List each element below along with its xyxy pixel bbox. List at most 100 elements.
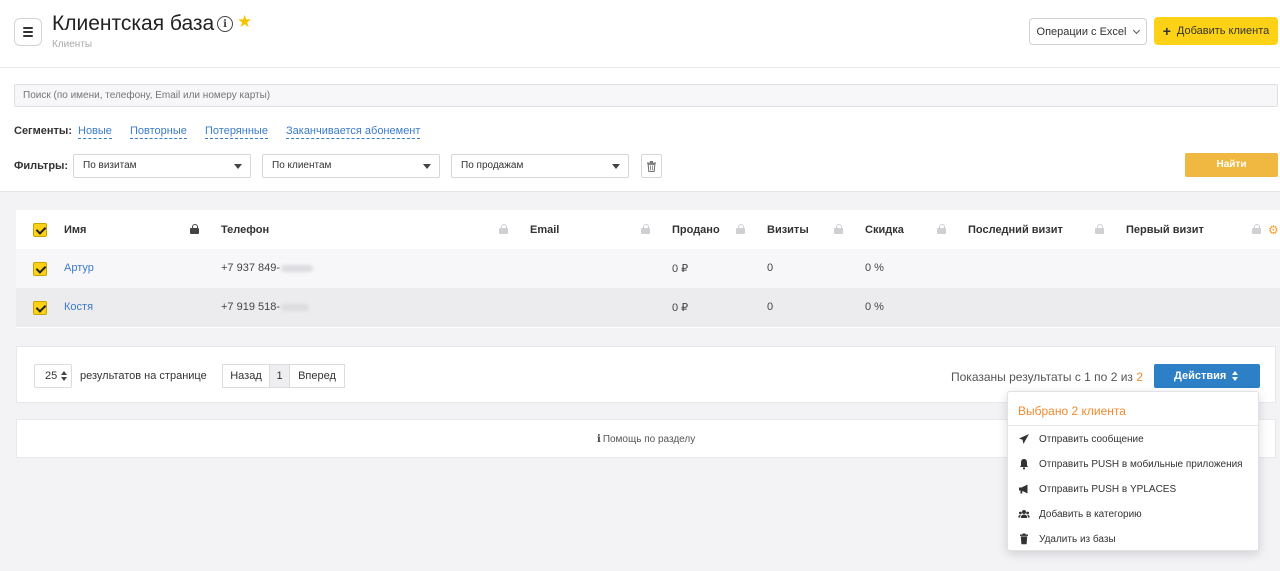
lock-icon xyxy=(937,224,946,234)
column-header-phone[interactable]: Телефон xyxy=(221,224,269,236)
lock-icon xyxy=(499,224,508,234)
per-page-value: 25 xyxy=(45,370,58,382)
filters-label: Фильтры: xyxy=(14,160,69,172)
help-link[interactable]: i Помощь по разделу xyxy=(597,434,695,445)
send-push-mobile-label: Отправить PUSH в мобильные приложения xyxy=(1039,458,1243,470)
column-header-name[interactable]: Имя xyxy=(64,224,86,236)
client-sold: 0 ₽ xyxy=(672,302,689,314)
breadcrumb[interactable]: Клиенты xyxy=(52,39,92,50)
gear-icon[interactable]: ⚙ xyxy=(1268,223,1279,237)
client-phone-value: +7 937 849- xyxy=(221,262,281,274)
caret-down-icon xyxy=(612,164,620,169)
top-panel: Клиентская база i ★ Клиенты Операции с E… xyxy=(0,0,1280,192)
segments-label: Сегменты: xyxy=(14,125,72,137)
search-input[interactable] xyxy=(14,84,1278,107)
send-message-label: Отправить сообщение xyxy=(1039,433,1144,445)
table-row: Костя +7 919 518- 0 ₽ 0 0 % xyxy=(16,288,1280,327)
info-icon: i xyxy=(597,434,601,445)
column-header-first-visit[interactable]: Первый визит xyxy=(1126,224,1204,236)
add-client-label: Добавить клиента xyxy=(1176,25,1270,37)
client-phone-value: +7 919 518- xyxy=(221,301,281,313)
caret-down-icon xyxy=(234,164,242,169)
lock-icon xyxy=(1252,224,1261,234)
segment-new[interactable]: Новые xyxy=(78,125,112,139)
filter-sales-select[interactable]: По продажам xyxy=(451,154,629,178)
column-header-email[interactable]: Email xyxy=(530,224,559,236)
menu-icon xyxy=(23,27,33,29)
segment-lost[interactable]: Потерянные xyxy=(205,125,268,139)
table-header: Имя Телефон Email Продано Визиты Скидка … xyxy=(16,210,1280,249)
filter-visits-value: По визитам xyxy=(83,160,137,171)
next-page-button[interactable]: Вперед xyxy=(289,364,345,388)
plus-icon: + xyxy=(1162,23,1171,39)
client-phone: +7 919 518- xyxy=(221,301,310,313)
lock-icon xyxy=(1095,224,1104,234)
caret-down-icon xyxy=(423,164,431,169)
actions-label: Действия xyxy=(1174,370,1227,382)
bell-icon xyxy=(1019,459,1029,470)
send-push-yplaces-label: Отправить PUSH в YPLACES xyxy=(1039,483,1177,495)
trash-icon xyxy=(647,160,656,172)
sort-arrows-icon xyxy=(61,371,67,381)
find-button[interactable]: Найти xyxy=(1185,153,1278,177)
megaphone-icon xyxy=(1019,484,1028,494)
clients-table: Имя Телефон Email Продано Визиты Скидка … xyxy=(16,210,1280,328)
add-to-category-label: Добавить в категорию xyxy=(1039,508,1142,520)
add-to-category-item[interactable]: Добавить в категорию xyxy=(1018,508,1142,520)
select-all-checkbox[interactable] xyxy=(33,223,47,237)
client-name-link[interactable]: Артур xyxy=(64,262,94,274)
add-client-button[interactable]: + Добавить клиента xyxy=(1154,17,1278,45)
delete-from-base-item[interactable]: Удалить из базы xyxy=(1018,533,1116,545)
chevron-down-icon xyxy=(1133,26,1141,34)
per-page-select[interactable]: 25 xyxy=(34,364,72,388)
column-header-sold[interactable]: Продано xyxy=(672,224,720,236)
actions-button[interactable]: Действия xyxy=(1154,364,1260,388)
help-label: Помощь по разделу xyxy=(602,434,696,445)
results-summary-text: Показаны результаты с 1 по 2 из xyxy=(951,370,1133,384)
client-discount: 0 % xyxy=(865,262,884,274)
clear-filters-button[interactable] xyxy=(641,154,662,178)
client-discount: 0 % xyxy=(865,301,884,313)
send-message-item[interactable]: Отправить сообщение xyxy=(1018,433,1144,445)
client-phone: +7 937 849- xyxy=(221,262,314,274)
trash-icon xyxy=(1020,533,1028,545)
segment-subscription-ending[interactable]: Заканчивается абонемент xyxy=(286,125,421,139)
paper-plane-icon xyxy=(1019,434,1029,444)
row-checkbox[interactable] xyxy=(33,301,47,315)
results-summary: Показаны результаты с 1 по 2 из 2 xyxy=(951,370,1143,384)
filter-clients-select[interactable]: По клиентам xyxy=(262,154,440,178)
dropdown-divider xyxy=(1008,425,1258,426)
column-header-last-visit[interactable]: Последний визит xyxy=(968,224,1063,236)
client-visits: 0 xyxy=(767,262,774,274)
row-checkbox[interactable] xyxy=(33,262,47,276)
info-icon[interactable]: i xyxy=(217,16,233,32)
star-icon[interactable]: ★ xyxy=(237,12,252,32)
results-total: 2 xyxy=(1136,370,1143,384)
per-page-label: результатов на странице xyxy=(80,370,207,382)
table-row: Артур +7 937 849- 0 ₽ 0 0 % xyxy=(16,249,1280,288)
send-push-yplaces-item[interactable]: Отправить PUSH в YPLACES xyxy=(1018,483,1176,495)
lock-icon xyxy=(641,224,650,234)
segment-repeat[interactable]: Повторные xyxy=(130,125,187,139)
filter-clients-value: По клиентам xyxy=(272,160,332,171)
column-header-visits[interactable]: Визиты xyxy=(767,224,809,236)
phone-redacted xyxy=(281,264,314,272)
client-sold: 0 ₽ xyxy=(672,263,689,275)
page-1-button[interactable]: 1 xyxy=(269,364,290,388)
header-divider xyxy=(0,67,1280,68)
filter-sales-value: По продажам xyxy=(461,160,524,171)
send-push-mobile-item[interactable]: Отправить PUSH в мобильные приложения xyxy=(1018,458,1243,470)
filter-visits-select[interactable]: По визитам xyxy=(73,154,251,178)
excel-operations-button[interactable]: Операции с Excel xyxy=(1029,18,1147,45)
actions-dropdown: Выбрано 2 клиента Отправить сообщение От… xyxy=(1007,391,1259,551)
menu-button[interactable] xyxy=(14,18,42,46)
prev-page-button[interactable]: Назад xyxy=(222,364,270,388)
client-name-link[interactable]: Костя xyxy=(64,301,93,313)
column-header-discount[interactable]: Скидка xyxy=(865,224,904,236)
delete-from-base-label: Удалить из базы xyxy=(1039,533,1116,545)
client-visits: 0 xyxy=(767,301,774,313)
lock-icon xyxy=(834,224,843,234)
page-title: Клиентская база xyxy=(52,12,215,35)
sort-arrows-icon xyxy=(1232,371,1238,381)
selected-count-header: Выбрано 2 клиента xyxy=(1018,404,1126,418)
